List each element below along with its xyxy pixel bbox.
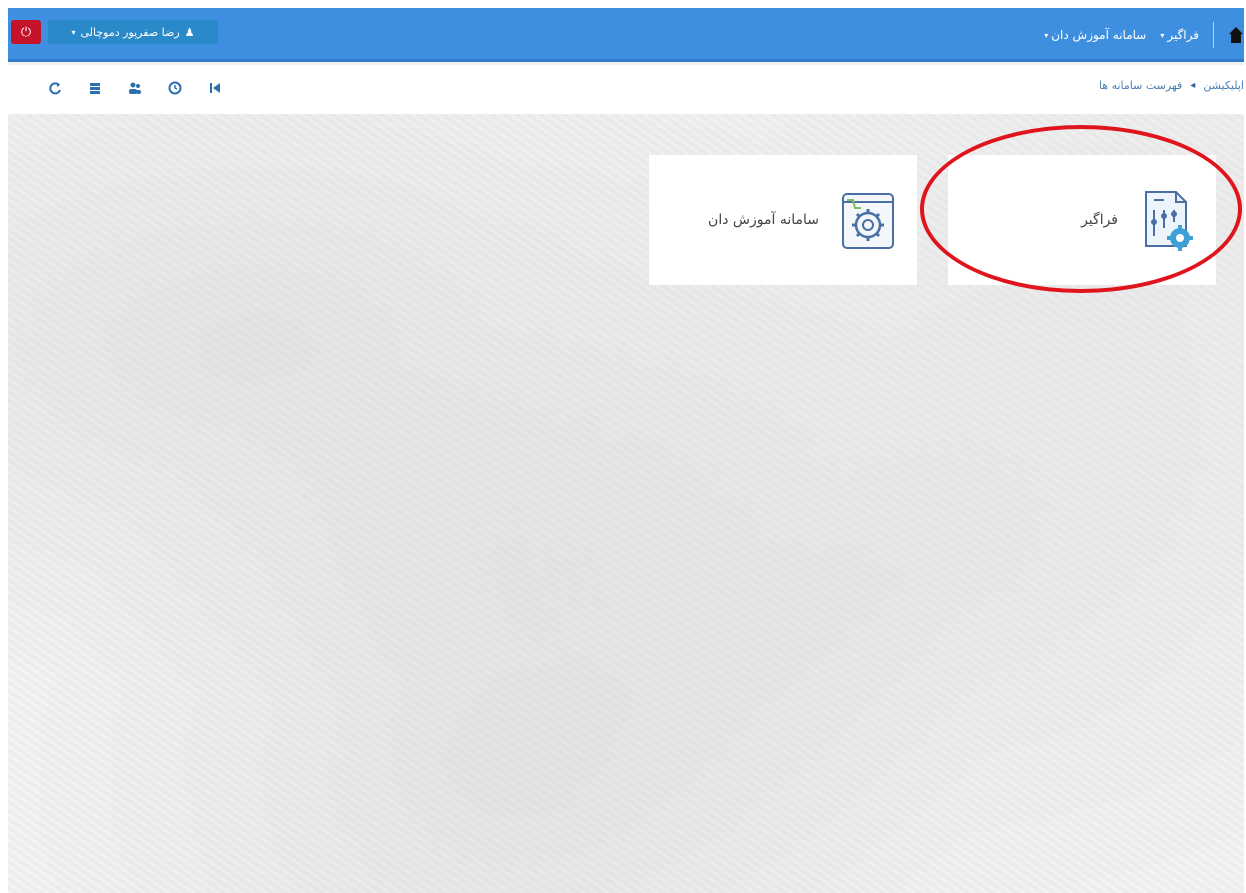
chevron-down-icon: ▾ [1160,30,1165,40]
app-card-amoozesh-dan[interactable]: سامانه آموزش دان [649,155,917,285]
chevron-down-icon: ▾ [1044,30,1049,40]
skip-back-icon[interactable] [206,79,224,97]
database-icon[interactable] [86,79,104,97]
nav-item-faragir[interactable]: فراگیر ▾ [1160,28,1199,42]
app-card-faragir[interactable]: فراگیر [948,155,1216,285]
refresh-icon[interactable] [46,79,64,97]
breadcrumb-bar: اپلیکیشن ◂ فهرست سامانه ها [8,65,1244,114]
power-icon: ⏻ [20,24,32,40]
users-icon[interactable] [126,79,144,97]
card-label: سامانه آموزش دان [708,212,819,228]
clock-icon[interactable] [166,79,184,97]
top-navbar: ⏻ ♟ رضا صفرپور دموچالی ▾ فراگیر ▾ سامانه… [8,8,1244,62]
user-menu-button[interactable]: ♟ رضا صفرپور دموچالی ▾ [48,20,218,44]
logout-button[interactable]: ⏻ [11,20,41,44]
user-name: رضا صفرپور دموچالی [80,25,180,39]
user-icon: ♟ [184,25,195,39]
top-nav: فراگیر ▾ سامانه آموزش دان ▾ [1044,8,1214,62]
breadcrumb-item[interactable]: فهرست سامانه ها [1099,79,1182,92]
card-label: فراگیر [1081,212,1118,228]
nav-item-amoozesh-dan[interactable]: سامانه آموزش دان ▾ [1044,28,1146,42]
chevron-down-icon: ▾ [71,27,76,37]
breadcrumb-item[interactable]: اپلیکیشن [1203,79,1244,92]
nav-item-label: فراگیر [1167,28,1199,42]
breadcrumb: اپلیکیشن ◂ فهرست سامانه ها [1099,79,1244,92]
gear-window-icon [837,185,899,255]
nav-divider [1213,22,1214,48]
home-icon[interactable] [1228,22,1244,48]
settings-document-icon [1136,185,1198,255]
nav-item-label: سامانه آموزش دان [1051,28,1147,42]
toolbar [46,79,224,97]
breadcrumb-separator-icon: ◂ [1190,80,1196,91]
